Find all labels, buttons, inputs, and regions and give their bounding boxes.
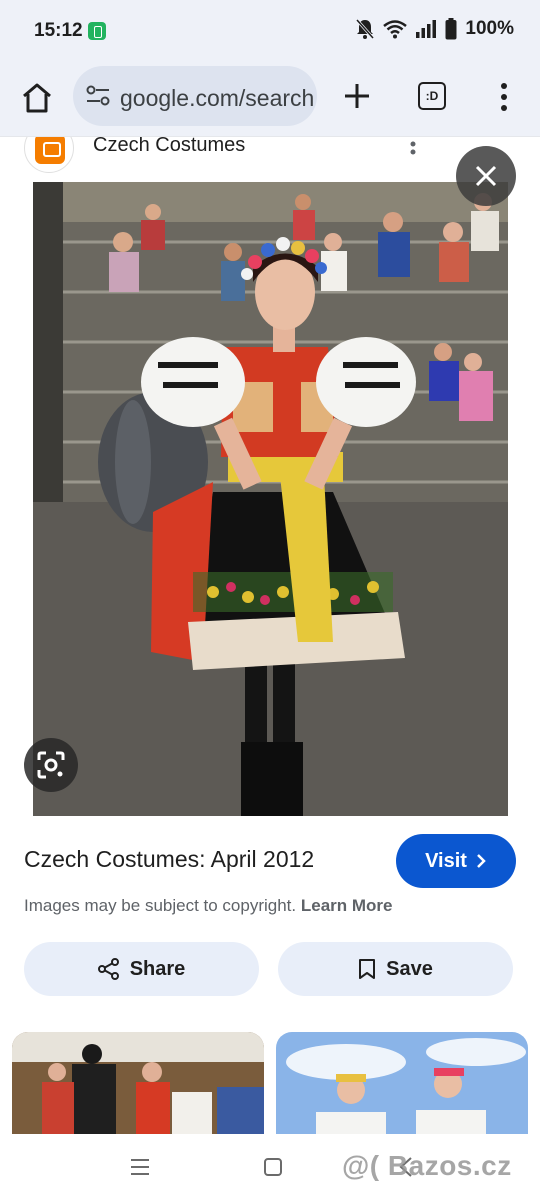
source-name[interactable]: Czech Costumes: [93, 137, 245, 157]
status-icons: 100%: [355, 18, 514, 40]
lens-button[interactable]: [24, 738, 78, 792]
costume-photo: [33, 182, 508, 816]
browser-toolbar: google.com/search :D: [0, 62, 540, 136]
url-text[interactable]: google.com/search: [120, 85, 314, 112]
battery-icon: [445, 18, 457, 40]
share-label: Share: [129, 957, 186, 980]
share-icon: [97, 958, 119, 980]
related-photo-2: [276, 1032, 528, 1136]
plus-icon[interactable]: [340, 79, 374, 113]
related-image-1[interactable]: [12, 1032, 264, 1136]
learn-more-link[interactable]: Learn More: [301, 896, 393, 915]
copyright-text: Images may be subject to copyright.: [24, 896, 297, 915]
tune-icon[interactable]: [85, 84, 111, 108]
messaging-app-icon: [88, 22, 106, 40]
lens-icon: [37, 751, 65, 779]
blogger-icon: [24, 137, 74, 173]
system-nav-bar: @( Bazos.cz: [0, 1134, 540, 1200]
status-time: 15:12: [34, 20, 83, 41]
chevron-right-icon: [477, 854, 486, 868]
save-label: Save: [386, 957, 433, 980]
save-button[interactable]: Save: [278, 942, 513, 996]
wifi-icon: [383, 20, 408, 39]
more-vert-icon[interactable]: [494, 80, 514, 114]
battery-percent: 100%: [465, 18, 514, 39]
related-image-2[interactable]: [276, 1032, 528, 1136]
share-button[interactable]: Share: [24, 942, 259, 996]
related-photo-1: [12, 1032, 264, 1136]
bell-muted-icon: [356, 19, 375, 39]
image-preview-area: [0, 182, 540, 816]
url-bar[interactable]: google.com/search: [73, 66, 317, 126]
bookmark-icon: [359, 959, 376, 979]
watermark: @( Bazos.cz: [342, 1150, 512, 1181]
recent-apps-icon[interactable]: [130, 1158, 150, 1176]
copyright-notice: Images may be subject to copyright. Lear…: [24, 896, 393, 916]
signal-icon: [416, 20, 437, 38]
nav-home-icon[interactable]: [264, 1158, 282, 1176]
close-icon: [475, 165, 497, 187]
tab-switcher-icon[interactable]: :D: [418, 82, 446, 110]
main-photo[interactable]: [33, 182, 508, 816]
result-title[interactable]: Czech Costumes: April 2012: [24, 846, 314, 873]
status-bar: 15:12 100%: [0, 0, 540, 62]
close-button[interactable]: [456, 146, 516, 206]
home-icon[interactable]: [18, 79, 56, 117]
source-more-icon[interactable]: [407, 139, 419, 163]
visit-button[interactable]: Visit: [396, 834, 516, 888]
visit-label: Visit: [425, 849, 467, 872]
